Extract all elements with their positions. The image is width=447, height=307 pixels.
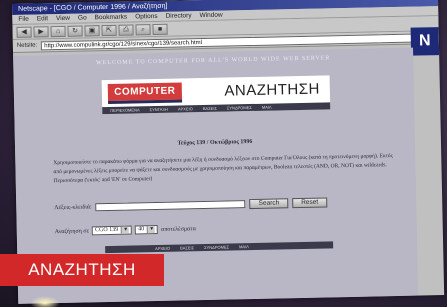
open-icon[interactable]: ⇱ [101, 24, 117, 37]
nav-link[interactable]: ΜΑΙΛ [239, 243, 249, 250]
print-icon[interactable]: ⎙ [118, 24, 134, 36]
nav-link[interactable]: ΣΥΝΤΑΞΗ [150, 106, 168, 113]
home-icon[interactable]: ⌂ [50, 25, 66, 38]
nav-link[interactable]: ΒΑΣΕΙΣ [180, 244, 194, 251]
menu-directory[interactable]: Directory [165, 11, 191, 21]
menu-window[interactable]: Window [199, 11, 222, 20]
count-select-value: 40 [138, 226, 145, 233]
logo-underline [108, 99, 183, 105]
welcome-banner: WELCOME TO COMPUTER FOR ALL'S WORLD WIDE… [95, 55, 331, 67]
scope-label: Αναζήτηση σε [54, 227, 90, 235]
issue-select-value: CGO 139 [95, 226, 119, 234]
menu-file[interactable]: File [18, 15, 29, 24]
header-banner: COMPUTER ΑΝΑΖΗΤΗΣΗ ΠΕΡΙΕΧΟΜΕΝΑ ΣΥΝΤΑΞΗ Α… [101, 75, 331, 115]
menu-edit[interactable]: Edit [37, 14, 48, 23]
images-icon[interactable]: ▣ [84, 25, 100, 37]
forward-icon[interactable]: ▶ [33, 26, 49, 38]
chevron-down-icon: ▼ [147, 226, 156, 234]
reload-icon[interactable]: ↻ [67, 25, 83, 37]
nav-link[interactable]: ΣΥΝΔΡΟΜΕΣ [227, 104, 252, 112]
netscape-logo-icon: N [410, 27, 440, 56]
menu-options[interactable]: Options [135, 12, 158, 21]
issue-select[interactable]: CGO 139 ▼ [91, 225, 133, 236]
count-select[interactable]: 40 ▼ [135, 224, 159, 235]
menu-view[interactable]: View [56, 14, 70, 23]
nav-link[interactable]: ΒΑΣΕΙΣ [203, 105, 217, 112]
top-nav: ΠΕΡΙΕΧΟΜΕΝΑ ΣΥΝΤΑΞΗ ΑΡΧΕΙΟ ΒΑΣΕΙΣ ΣΥΝΔΡΟ… [102, 102, 331, 115]
nav-link[interactable]: ΠΕΡΙΕΧΟΜΕΝΑ [110, 106, 139, 114]
nav-link[interactable]: ΑΡΧΕΙΟ [155, 245, 170, 252]
nav-link[interactable]: ΑΡΧΕΙΟ [178, 105, 193, 112]
menu-bookmarks[interactable]: Bookmarks [95, 13, 128, 23]
chevron-down-icon: ▼ [121, 226, 130, 234]
computer-logo[interactable]: COMPUTER [107, 82, 183, 102]
issue-heading: Τεύχος 139 / Οκτώβριος 1996 [177, 138, 253, 147]
menu-go[interactable]: Go [78, 13, 87, 22]
nav-link[interactable]: ΜΑΙΛ [262, 104, 272, 111]
section-caption: ΑΝΑΖΗΤΗΣΗ [0, 254, 164, 286]
search-form: Λέξεις-κλειδιά: Search Reset [54, 197, 328, 213]
stop-icon[interactable]: ■ [152, 23, 168, 36]
keyword-input[interactable] [95, 200, 246, 212]
count-suffix: αποτελέσματα [161, 225, 196, 233]
find-icon[interactable]: ⌕ [135, 24, 151, 36]
search-instructions: Χρησιμοποιείστε το παρακάτω φόρμα για να… [53, 153, 393, 185]
light-glare [30, 296, 60, 307]
address-label: Netsite: [16, 42, 38, 49]
back-icon[interactable]: ◀ [16, 26, 32, 38]
bottom-nav: ΑΡΧΕΙΟ ΒΑΣΕΙΣ ΣΥΝΔΡΟΜΕΣ ΜΑΙΛ [105, 241, 334, 254]
nav-link[interactable]: ΣΥΝΔΡΟΜΕΣ [204, 244, 229, 252]
keyword-label: Λέξεις-κλειδιά: [54, 204, 92, 212]
search-button[interactable]: Search [249, 198, 289, 210]
scope-row: Αναζήτηση σε CGO 139 ▼ 40 ▼ αποτελέσματα [55, 224, 196, 236]
page-title: ΑΝΑΖΗΤΗΣΗ [224, 80, 321, 100]
reset-button[interactable]: Reset [292, 197, 328, 209]
